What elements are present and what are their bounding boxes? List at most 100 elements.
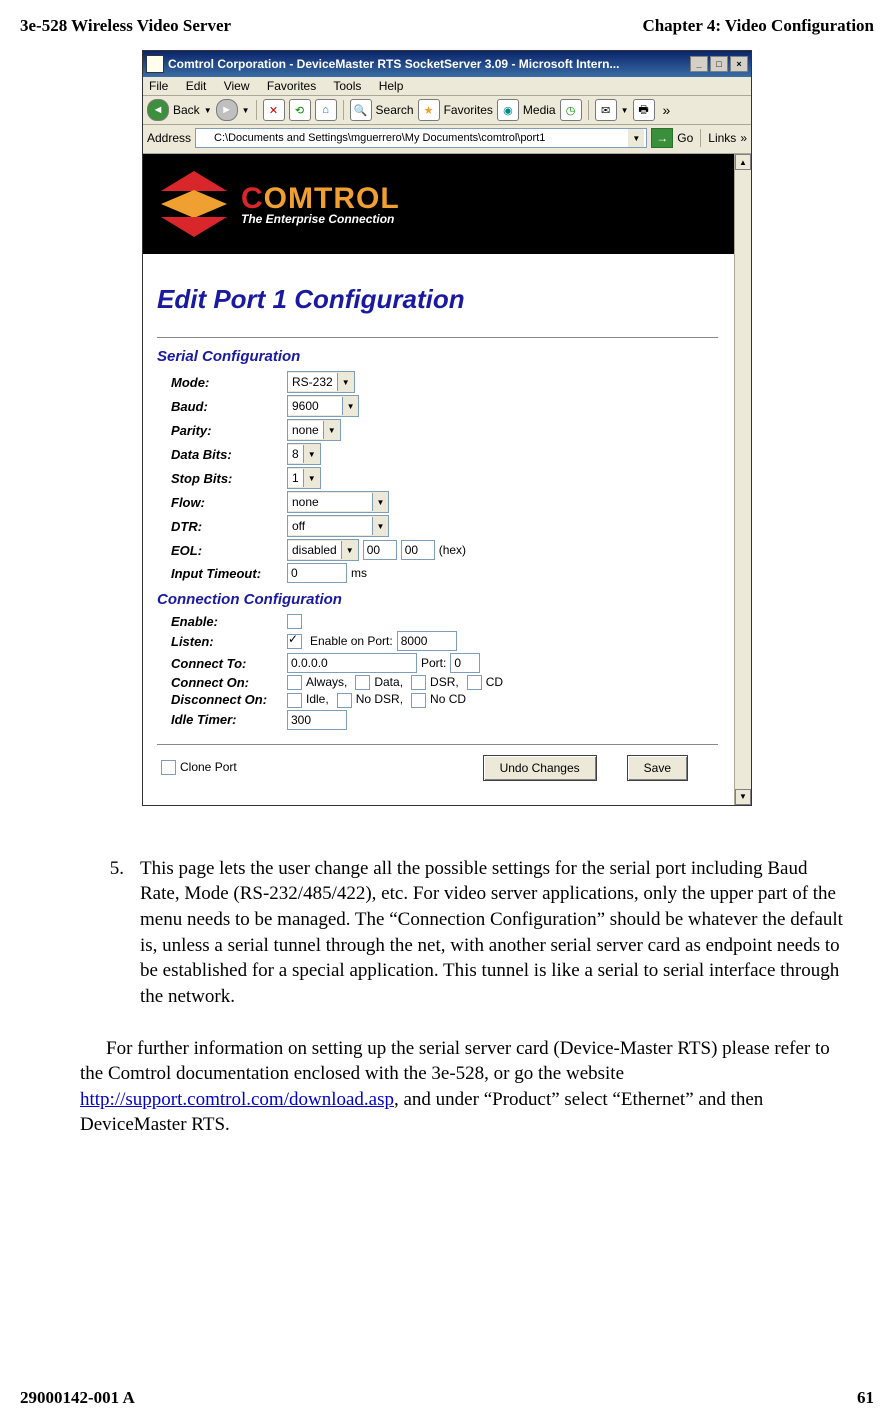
scroll-up-icon[interactable]: ▲ (735, 154, 751, 170)
eol-value: disabled (288, 541, 341, 559)
flow-label: Flow: (157, 495, 287, 510)
eol-hex1-input[interactable]: 00 (363, 540, 397, 560)
timeout-input[interactable]: 0 (287, 563, 347, 583)
chevron-down-icon[interactable]: ▼ (303, 445, 320, 463)
connectto-ip-input[interactable]: 0.0.0.0 (287, 653, 417, 673)
chevron-down-icon[interactable]: ▼ (372, 493, 388, 511)
go-label[interactable]: Go (677, 131, 693, 145)
separator (700, 129, 701, 147)
eol-hex2-input[interactable]: 00 (401, 540, 435, 560)
section-serial-heading: Serial Configuration (157, 348, 718, 365)
eol-select[interactable]: disabled▼ (287, 539, 359, 561)
parity-value: none (288, 421, 323, 439)
connecton-dsr-checkbox[interactable] (411, 675, 426, 690)
closing-paragraph: For further information on setting up th… (20, 1036, 874, 1139)
separator (343, 100, 344, 120)
flow-select[interactable]: none▼ (287, 491, 389, 513)
links-overflow-icon[interactable]: » (740, 131, 747, 145)
address-bar: Address C:\Documents and Settings\mguerr… (143, 125, 751, 154)
chevron-down-icon[interactable]: ▼ (372, 517, 388, 535)
cloneport-label: Clone Port (180, 760, 237, 774)
window-title: Comtrol Corporation - DeviceMaster RTS S… (168, 57, 686, 71)
connectto-port-input[interactable]: 0 (450, 653, 480, 673)
mail-icon[interactable]: ✉ (595, 99, 617, 121)
disconnect-nocd-checkbox[interactable] (411, 693, 426, 708)
chevron-down-icon[interactable]: ▼ (342, 397, 358, 415)
ie-icon (146, 55, 164, 73)
menubar: File Edit View Favorites Tools Help (143, 77, 751, 96)
stopbits-select[interactable]: 1▼ (287, 467, 321, 489)
back-label[interactable]: Back (173, 103, 200, 117)
disconnect-nocd-label: No CD (430, 692, 466, 706)
mail-chevron-icon[interactable]: ▼ (621, 106, 629, 115)
idle-input[interactable]: 300 (287, 710, 347, 730)
header-right: Chapter 4: Video Configuration (642, 16, 874, 36)
toolbar: ◄ Back ▼ ► ▼ ✕ ⟲ ⌂ 🔍 Search ★ Favorites … (143, 96, 751, 125)
disconnect-nodsr-checkbox[interactable] (337, 693, 352, 708)
dtr-select[interactable]: off▼ (287, 515, 389, 537)
menu-help[interactable]: Help (379, 79, 404, 93)
scroll-down-icon[interactable]: ▼ (735, 789, 751, 805)
connecton-always-checkbox[interactable] (287, 675, 302, 690)
back-icon[interactable]: ◄ (147, 99, 169, 121)
print-icon[interactable]: 🖶 (633, 99, 655, 121)
home-icon[interactable]: ⌂ (315, 99, 337, 121)
menu-edit[interactable]: Edit (186, 79, 207, 93)
maximize-button[interactable]: □ (710, 56, 728, 72)
menu-tools[interactable]: Tools (333, 79, 361, 93)
closing-pre: For further information on setting up th… (80, 1038, 830, 1085)
address-input[interactable]: C:\Documents and Settings\mguerrero\My D… (195, 128, 647, 148)
chevron-down-icon[interactable]: ▼ (341, 541, 358, 559)
listen-port-input[interactable]: 8000 (397, 631, 457, 651)
links-label[interactable]: Links (708, 131, 736, 145)
chevron-down-icon[interactable]: ▼ (337, 373, 354, 391)
history-icon[interactable]: ◷ (560, 99, 582, 121)
scrollbar[interactable]: ▲ ▼ (734, 154, 751, 805)
support-link[interactable]: http://support.comtrol.com/download.asp (80, 1089, 394, 1110)
forward-icon[interactable]: ► (216, 99, 238, 121)
search-icon[interactable]: 🔍 (350, 99, 372, 121)
connecton-data-label: Data, (374, 675, 403, 689)
page-title: Edit Port 1 Configuration (157, 284, 718, 315)
parity-select[interactable]: none▼ (287, 419, 341, 441)
media-label[interactable]: Media (523, 103, 556, 117)
cloneport-checkbox[interactable] (161, 760, 176, 775)
disconnect-idle-checkbox[interactable] (287, 693, 302, 708)
refresh-icon[interactable]: ⟲ (289, 99, 311, 121)
dtr-label: DTR: (157, 519, 287, 534)
divider (157, 744, 718, 745)
baud-select[interactable]: 9600▼ (287, 395, 359, 417)
search-label[interactable]: Search (376, 103, 414, 117)
favorites-icon[interactable]: ★ (418, 99, 440, 121)
menu-view[interactable]: View (224, 79, 250, 93)
close-button[interactable]: × (730, 56, 748, 72)
paragraph-5-text: This page lets the user change all the p… (140, 856, 844, 1010)
menu-file[interactable]: File (149, 79, 168, 93)
connecton-data-checkbox[interactable] (355, 675, 370, 690)
connecton-cd-checkbox[interactable] (467, 675, 482, 690)
chevron-down-icon[interactable]: ▼ (323, 421, 340, 439)
connecton-always-label: Always, (306, 675, 347, 689)
save-button[interactable]: Save (627, 755, 688, 781)
eol-suffix: (hex) (439, 543, 466, 557)
menu-favorites[interactable]: Favorites (267, 79, 316, 93)
minimize-button[interactable]: _ (690, 56, 708, 72)
back-chevron-icon[interactable]: ▼ (204, 106, 212, 115)
baud-value: 9600 (288, 397, 342, 415)
mode-select[interactable]: RS-232▼ (287, 371, 355, 393)
chevron-down-icon[interactable]: ▼ (303, 469, 320, 487)
databits-select[interactable]: 8▼ (287, 443, 321, 465)
enable-checkbox[interactable] (287, 614, 302, 629)
stop-icon[interactable]: ✕ (263, 99, 285, 121)
idle-label: Idle Timer: (157, 712, 287, 727)
favorites-label[interactable]: Favorites (444, 103, 493, 117)
connecton-dsr-label: DSR, (430, 675, 459, 689)
listen-checkbox[interactable] (287, 634, 302, 649)
address-dropdown-icon[interactable]: ▼ (628, 129, 644, 147)
media-icon[interactable]: ◉ (497, 99, 519, 121)
address-value: C:\Documents and Settings\mguerrero\My D… (214, 132, 545, 144)
forward-chevron-icon[interactable]: ▼ (242, 106, 250, 115)
go-button[interactable]: → (651, 128, 673, 148)
toolbar-overflow-icon[interactable]: » (659, 102, 675, 118)
undo-button[interactable]: Undo Changes (483, 755, 597, 781)
